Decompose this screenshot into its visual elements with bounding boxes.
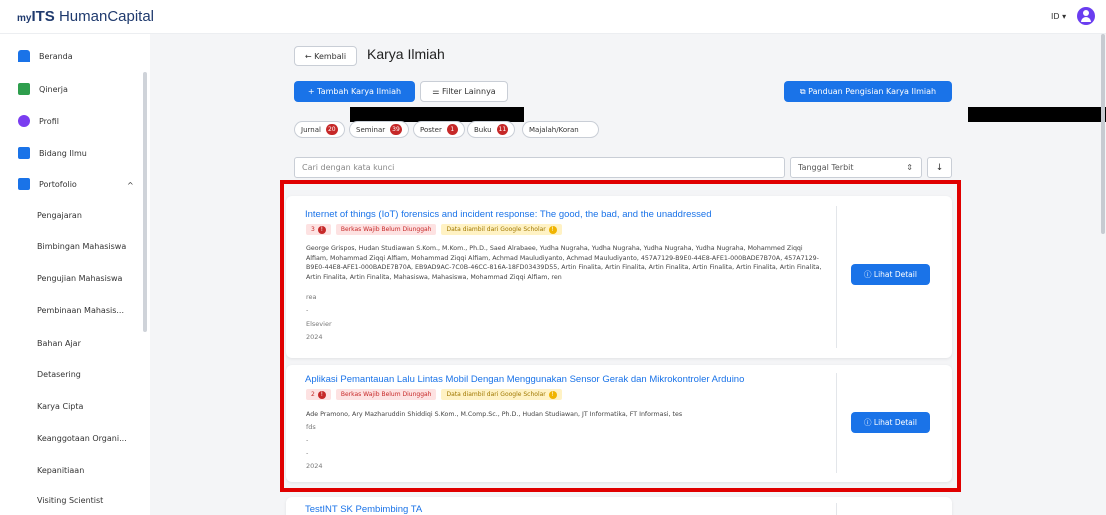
sidebar-subitem-keanggotaan[interactable]: Keanggotaan Organi... xyxy=(37,434,127,443)
karya-card: TestINT SK Pembimbing TA xyxy=(286,497,952,515)
add-karya-ilmiah-button[interactable]: + Tambah Karya Ilmiah xyxy=(294,81,415,102)
sidebar-item-bidang-ilmu[interactable]: Bidang Ilmu xyxy=(18,144,87,162)
sidebar-scrollbar[interactable] xyxy=(143,72,147,332)
sidebar-subitem-visiting-scientist[interactable]: Visiting Scientist xyxy=(37,496,103,505)
search-input[interactable]: Cari dengan kata kunci xyxy=(294,157,785,178)
sidebar-item-qinerja[interactable]: Qinerja xyxy=(18,80,68,98)
portfolio-icon xyxy=(18,178,30,190)
sidebar-subitem-pengajaran[interactable]: Pengajaran xyxy=(37,211,82,220)
page-title: Karya Ilmiah xyxy=(367,46,445,62)
count-badge: 11 xyxy=(496,124,509,135)
chip-jurnal[interactable]: Jurnal 20 xyxy=(294,121,345,138)
book-icon xyxy=(18,147,30,159)
sidebar-subitem-bahan-ajar[interactable]: Bahan Ajar xyxy=(37,339,81,348)
guide-button[interactable]: ⧉ Panduan Pengisian Karya Ilmiah xyxy=(784,81,952,102)
highlight-box xyxy=(280,180,961,492)
sidebar-subitem-kepanitiaan[interactable]: Kepanitiaan xyxy=(37,466,84,475)
redacted-block xyxy=(350,107,524,122)
chip-buku[interactable]: Buku 11 xyxy=(467,121,516,138)
home-icon xyxy=(18,50,30,62)
user-avatar-icon[interactable] xyxy=(1077,7,1095,25)
sidebar-item-profil[interactable]: Profil xyxy=(18,112,59,130)
chip-majalah-koran[interactable]: Majalah/Koran xyxy=(522,121,599,138)
filter-button[interactable]: ⚌ Filter Lainnya xyxy=(420,81,508,102)
sidebar-subitem-pembinaan[interactable]: Pembinaan Mahasis... xyxy=(37,306,124,315)
divider xyxy=(836,503,837,515)
profile-icon xyxy=(18,115,30,127)
sidebar-subitem-detasering[interactable]: Detasering xyxy=(37,370,81,379)
sidebar-item-portofolio[interactable]: Portofolio xyxy=(18,175,77,193)
count-badge: 1 xyxy=(446,124,458,135)
sidebar-item-beranda[interactable]: Beranda xyxy=(18,47,73,65)
count-badge: 20 xyxy=(325,124,338,135)
top-bar: myITS HumanCapital ID ▾ xyxy=(0,0,1106,34)
sort-select[interactable]: Tanggal Terbit ⇕ xyxy=(790,157,922,178)
sort-direction-button[interactable]: ↓ xyxy=(927,157,952,178)
app-logo[interactable]: myITS HumanCapital xyxy=(17,8,154,25)
sidebar-subitem-pengujian[interactable]: Pengujian Mahasiswa xyxy=(37,274,122,283)
count-badge: 39 xyxy=(390,124,402,135)
chip-seminar[interactable]: Seminar 39 xyxy=(349,121,409,138)
redacted-block xyxy=(968,107,1106,122)
qinerja-icon xyxy=(18,83,30,95)
chevron-up-icon[interactable]: ^ xyxy=(127,181,134,190)
language-switcher[interactable]: ID ▾ xyxy=(1051,12,1066,21)
sidebar-subitem-bimbingan[interactable]: Bimbingan Mahasiswa xyxy=(37,242,126,251)
select-arrows-icon: ⇕ xyxy=(906,163,913,172)
sidebar-subitem-karya-cipta[interactable]: Karya Cipta xyxy=(37,402,83,411)
chip-poster[interactable]: Poster 1 xyxy=(413,121,465,138)
back-button[interactable]: ← Kembali xyxy=(294,46,357,66)
card-title-link[interactable]: TestINT SK Pembimbing TA xyxy=(305,504,422,515)
page-scrollbar[interactable] xyxy=(1101,34,1105,234)
